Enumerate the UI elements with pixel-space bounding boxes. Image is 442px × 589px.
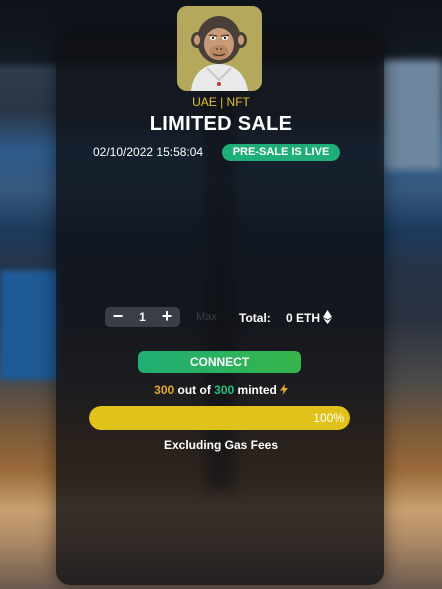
total-label: Total: — [239, 311, 271, 325]
gas-fee-note: Excluding Gas Fees — [163, 438, 279, 452]
ape-avatar-icon — [177, 6, 262, 91]
page-title: LIMITED SALE — [149, 113, 293, 135]
minted-text: minted — [234, 383, 277, 397]
presale-status-badge: PRE-SALE IS LIVE — [222, 144, 340, 161]
decrease-quantity-button[interactable]: − — [108, 307, 128, 327]
lightning-bolt-icon — [279, 384, 288, 395]
background-blur-left — [0, 270, 60, 380]
increase-quantity-button[interactable]: + — [157, 307, 177, 327]
tagline: UAE | NFT — [192, 95, 250, 109]
quantity-stepper: − 1 + — [105, 307, 180, 327]
quantity-value: 1 — [139, 310, 146, 324]
total-value: 0 ETH — [286, 311, 321, 325]
minted-count: 300 — [154, 383, 175, 397]
total-supply: 300 — [214, 383, 235, 397]
mint-progress-bar: 100% — [89, 406, 350, 430]
mint-progress-fill — [89, 406, 350, 430]
minted-status: 300 out of 300 minted — [0, 383, 442, 397]
sale-datetime: 02/10/2022 15:58:04 — [93, 145, 204, 159]
max-quantity-button[interactable]: Max — [196, 311, 217, 323]
ethereum-icon — [323, 310, 332, 324]
minted-out-of-text: out of — [174, 383, 215, 397]
connect-wallet-button[interactable]: CONNECT — [138, 351, 301, 373]
mint-progress-label: 100% — [313, 411, 344, 425]
